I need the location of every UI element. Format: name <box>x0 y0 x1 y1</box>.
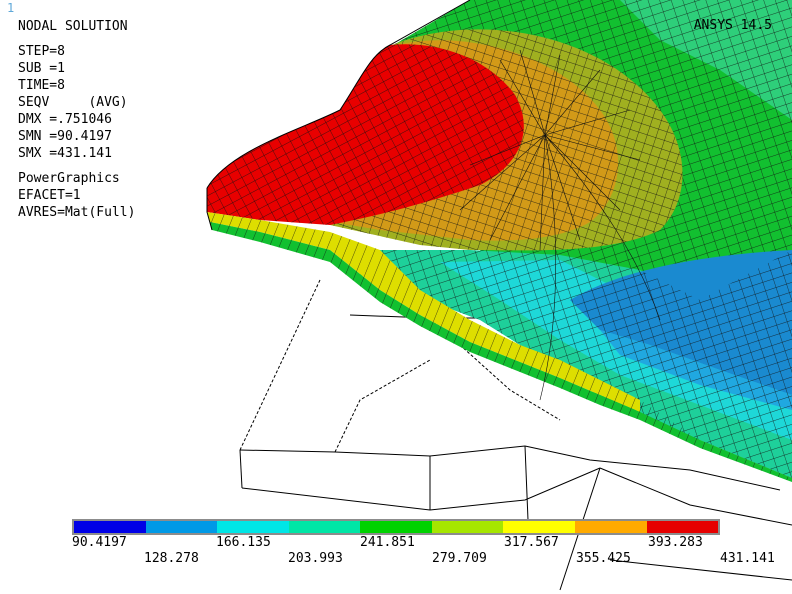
contour-legend-bar <box>72 519 720 535</box>
legend-label-bottom: 128.278 <box>144 551 199 566</box>
legend-segment <box>431 521 504 533</box>
legend-label-bottom: 355.425 <box>576 551 631 566</box>
efacet-value: EFACET=1 <box>18 188 81 203</box>
step-value: STEP=8 <box>18 44 65 59</box>
smn-value: SMN =90.4197 <box>18 129 112 144</box>
avres-value: AVRES=Mat(Full) <box>18 205 136 220</box>
time-value: TIME=8 <box>18 78 65 93</box>
result-item: SEQV (AVG) <box>18 95 128 110</box>
legend-segment <box>646 521 719 533</box>
legend-segment <box>574 521 647 533</box>
legend-segment <box>74 521 146 533</box>
legend-segment <box>217 521 289 533</box>
legend-label-bottom: 431.141 <box>720 551 775 566</box>
legend-label-top: 90.4197 <box>72 535 127 550</box>
legend-label-bottom: 203.993 <box>288 551 343 566</box>
legend-label-bottom: 279.709 <box>432 551 487 566</box>
legend-label-top: 166.135 <box>216 535 271 550</box>
program-version: ANSYS 14.5 <box>693 18 772 33</box>
dmx-value: DMX =.751046 <box>18 112 112 127</box>
legend-segment <box>288 521 361 533</box>
legend-label-top: 393.283 <box>648 535 703 550</box>
graphics-mode: PowerGraphics <box>18 171 120 186</box>
plot-title: NODAL SOLUTION <box>18 19 128 34</box>
window-number: 1 <box>7 1 15 15</box>
smx-value: SMX =431.141 <box>18 146 112 161</box>
legend-segment <box>503 521 575 533</box>
solution-info-block: NODAL SOLUTION STEP=8 SUB =1 TIME=8 SEQV… <box>18 18 135 221</box>
substep-value: SUB =1 <box>18 61 65 76</box>
legend-label-top: 241.851 <box>360 535 415 550</box>
legend-segment <box>145 521 218 533</box>
legend-segment <box>360 521 432 533</box>
legend-label-top: 317.567 <box>504 535 559 550</box>
